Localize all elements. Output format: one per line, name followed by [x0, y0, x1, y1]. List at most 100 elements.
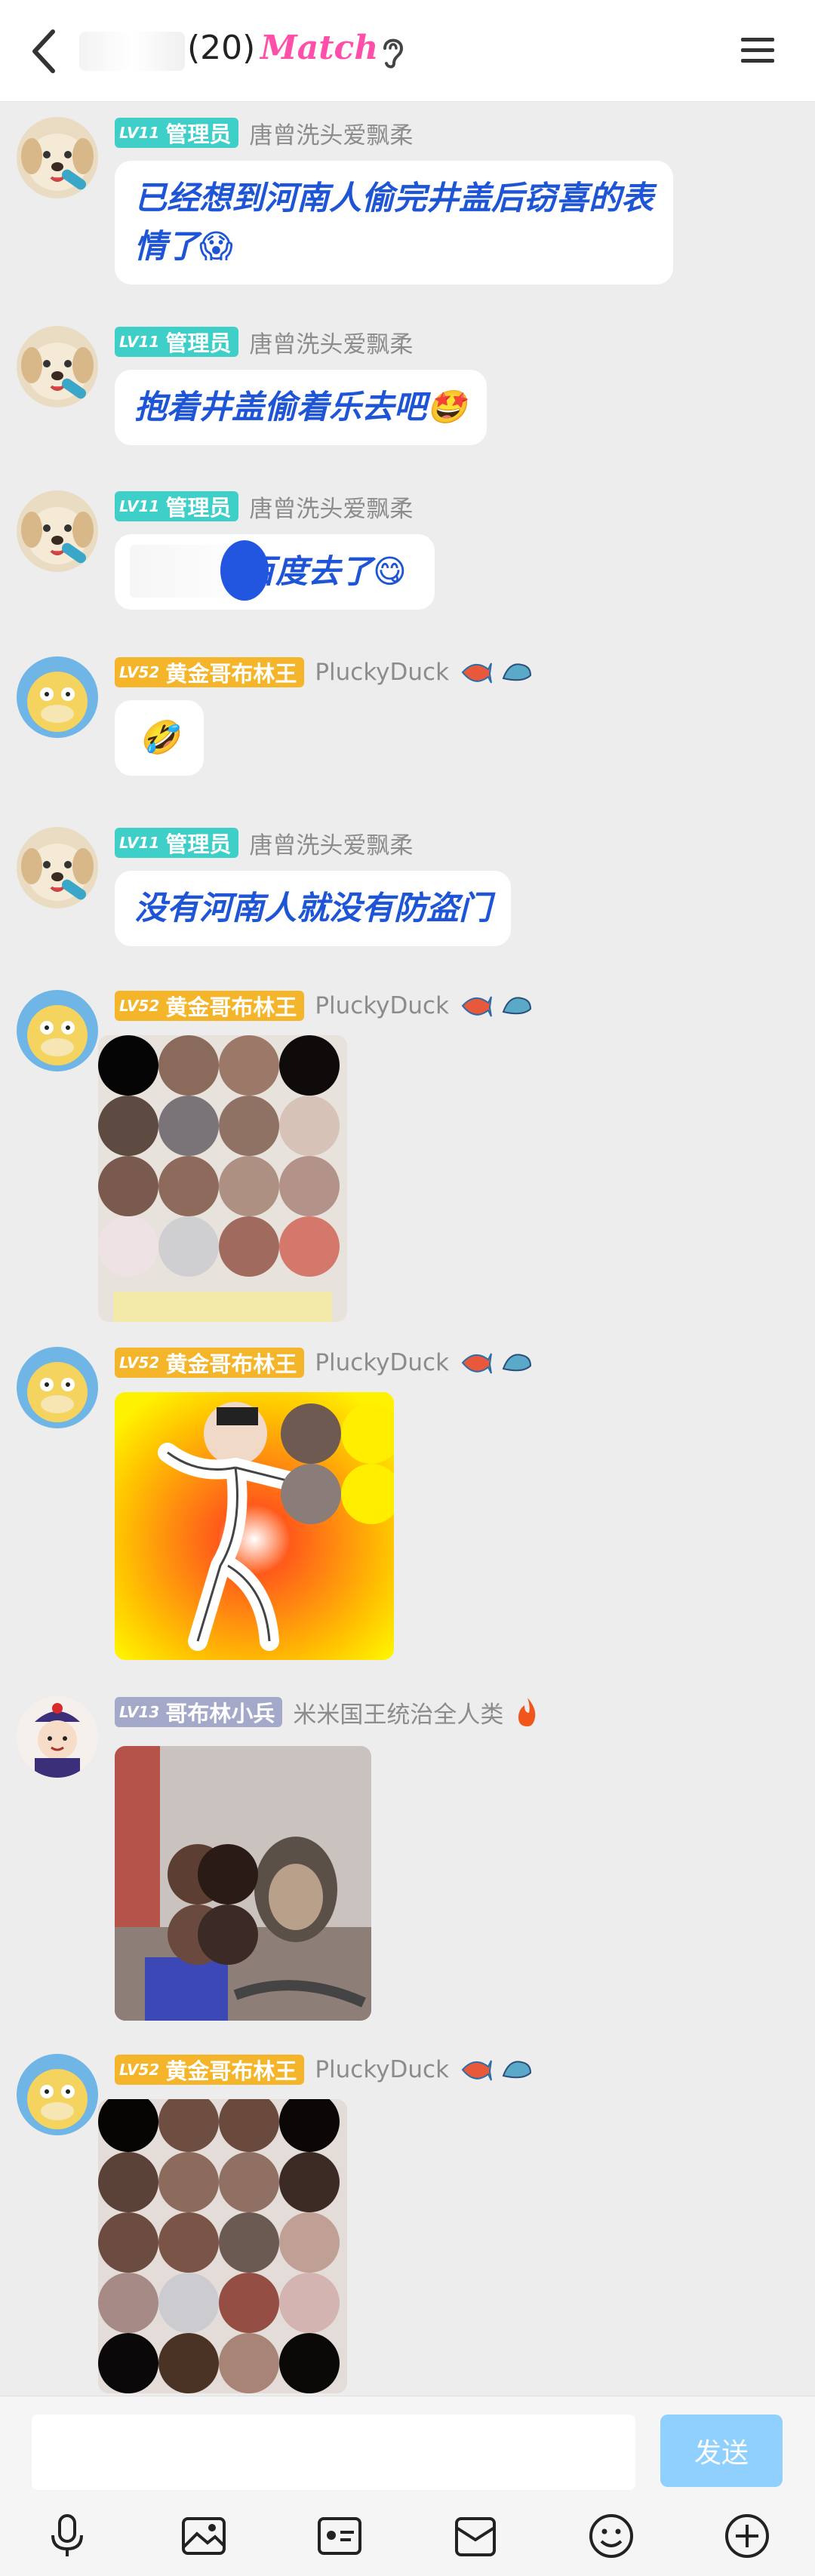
user-medals [460, 2055, 534, 2085]
fish-medal-icon[interactable] [460, 2055, 493, 2085]
image-message-photo[interactable] [115, 1746, 371, 2021]
top-bar: (20) Match [0, 0, 815, 102]
message-meta: LV13 哥布林小兵 米米国王统治全人类 [115, 1695, 541, 1729]
badge-level: LV11 [119, 124, 160, 142]
level-badge[interactable]: LV52 黄金哥布林王 [115, 2055, 305, 2085]
photo-card-icon[interactable] [313, 2510, 366, 2562]
level-badge[interactable]: LV11 管理员 [115, 327, 239, 357]
old-photo-image [115, 1746, 371, 2021]
image-message-dancing-meme[interactable] [115, 1392, 394, 1660]
avatar-psyduck[interactable] [17, 656, 98, 738]
text-bubble[interactable]: 已经想到河南人偷完井盖后窃喜的表情了😱 [115, 161, 673, 284]
avatar-dog[interactable] [17, 490, 98, 572]
avatar-psyduck[interactable] [17, 990, 98, 1071]
text-bubble[interactable]: 抱着井盖偷着乐去吧🤩 [115, 370, 487, 445]
redacted-link [130, 545, 235, 598]
message-meta: LV52 黄金哥布林王 PluckyDuck [115, 1347, 534, 1379]
badge-level: LV52 [119, 663, 160, 681]
send-button[interactable]: 发送 [660, 2415, 783, 2487]
fish-medal-icon[interactable] [460, 1348, 493, 1378]
avatar-psyduck[interactable] [17, 2054, 98, 2135]
message-input[interactable] [32, 2415, 635, 2490]
level-badge[interactable]: LV52 黄金哥布林王 [115, 991, 305, 1021]
badge-title: 黄金哥布林王 [165, 994, 297, 1020]
dog-avatar-icon [17, 326, 98, 407]
level-badge[interactable]: LV52 黄金哥布林王 [115, 657, 305, 687]
badge-title: 管理员 [165, 832, 232, 857]
user-medals [460, 991, 534, 1021]
psyduck-avatar-icon [17, 1347, 98, 1428]
badge-level: LV52 [119, 997, 160, 1015]
level-badge[interactable]: LV11 管理员 [115, 118, 239, 148]
microphone-icon[interactable] [41, 2510, 94, 2562]
badge-title: 黄金哥布林王 [165, 661, 297, 687]
avatar-dog[interactable] [17, 827, 98, 908]
avatar-psyduck[interactable] [17, 1347, 98, 1428]
badge-title: 管理员 [165, 121, 232, 147]
pixelated-image [98, 2099, 347, 2393]
fish-medal-icon[interactable] [460, 991, 493, 1021]
image-message-pixelated[interactable] [98, 1035, 347, 1322]
level-badge[interactable]: LV11 管理员 [115, 828, 239, 858]
username[interactable]: 唐曾洗头爱飘柔 [249, 325, 413, 359]
input-bar: 发送 [0, 2396, 815, 2576]
qing-official-avatar-icon [17, 1696, 98, 1778]
message-meta: LV11 管理员 唐曾洗头爱飘柔 [115, 490, 413, 524]
avatar-dog[interactable] [17, 117, 98, 198]
back-arrow-icon[interactable] [21, 24, 69, 78]
text-bubble[interactable]: 百度去了😋 [115, 534, 435, 610]
message-meta: LV52 黄金哥布林王 PluckyDuck [115, 2054, 534, 2086]
psyduck-avatar-icon [17, 990, 98, 1071]
text-bubble[interactable]: 🤣 [115, 700, 204, 776]
username[interactable]: 唐曾洗头爱飘柔 [249, 490, 413, 524]
user-medals [514, 1696, 541, 1728]
level-badge[interactable]: LV52 黄金哥布林王 [115, 1348, 305, 1378]
psyduck-avatar-icon [17, 2054, 98, 2135]
badge-level: LV11 [119, 333, 160, 351]
fire-icon[interactable] [514, 1696, 541, 1728]
username[interactable]: PluckyDuck [315, 659, 449, 686]
image-message-pixelated[interactable] [98, 2099, 347, 2393]
badge-level: LV13 [119, 1703, 160, 1721]
message-meta: LV52 黄金哥布林王 PluckyDuck [115, 656, 534, 688]
emoji-icon[interactable] [585, 2510, 638, 2562]
level-badge[interactable]: LV11 管理员 [115, 491, 239, 521]
image-icon[interactable] [177, 2510, 230, 2562]
text-bubble[interactable]: 没有河南人就没有防盗门 [115, 871, 511, 946]
dragon-medal-icon[interactable] [500, 2055, 534, 2085]
dragon-medal-icon[interactable] [500, 657, 534, 687]
username[interactable]: PluckyDuck [315, 992, 449, 1019]
group-name [79, 32, 185, 71]
message-meta: LV11 管理员 唐曾洗头爱飘柔 [115, 827, 413, 859]
psyduck-avatar-icon [17, 656, 98, 738]
badge-title: 黄金哥布林王 [165, 1351, 297, 1377]
dragon-medal-icon[interactable] [500, 1348, 534, 1378]
message-meta: LV11 管理员 唐曾洗头爱飘柔 [115, 117, 413, 149]
gift-box-icon[interactable] [449, 2510, 502, 2562]
username[interactable]: PluckyDuck [315, 1349, 449, 1376]
menu-icon[interactable] [738, 33, 777, 68]
avatar-qing-official[interactable] [17, 1696, 98, 1778]
badge-level: LV52 [119, 2061, 160, 2079]
match-logo: Match [260, 29, 379, 67]
username[interactable]: 唐曾洗头爱飘柔 [249, 116, 413, 150]
username[interactable]: 唐曾洗头爱飘柔 [249, 826, 413, 860]
badge-level: LV11 [119, 834, 160, 852]
level-badge[interactable]: LV13 哥布林小兵 [115, 1697, 283, 1727]
badge-title: 黄金哥布林王 [165, 2058, 297, 2084]
message-meta: LV52 黄金哥布林王 PluckyDuck [115, 990, 534, 1022]
dragon-medal-icon[interactable] [500, 991, 534, 1021]
badge-level: LV11 [119, 497, 160, 515]
avatar-dog[interactable] [17, 326, 98, 407]
fish-medal-icon[interactable] [460, 657, 493, 687]
message-meta: LV11 管理员 唐曾洗头爱飘柔 [115, 326, 413, 358]
dancing-meme-image [115, 1392, 394, 1660]
badge-title: 管理员 [165, 330, 232, 356]
pixelated-image [98, 1035, 347, 1322]
plus-circle-icon[interactable] [721, 2510, 773, 2562]
ear-icon[interactable] [377, 33, 408, 69]
user-medals [460, 1348, 534, 1378]
username[interactable]: PluckyDuck [315, 2056, 449, 2083]
username[interactable]: 米米国王统治全人类 [293, 1695, 503, 1729]
badge-level: LV52 [119, 1354, 160, 1372]
